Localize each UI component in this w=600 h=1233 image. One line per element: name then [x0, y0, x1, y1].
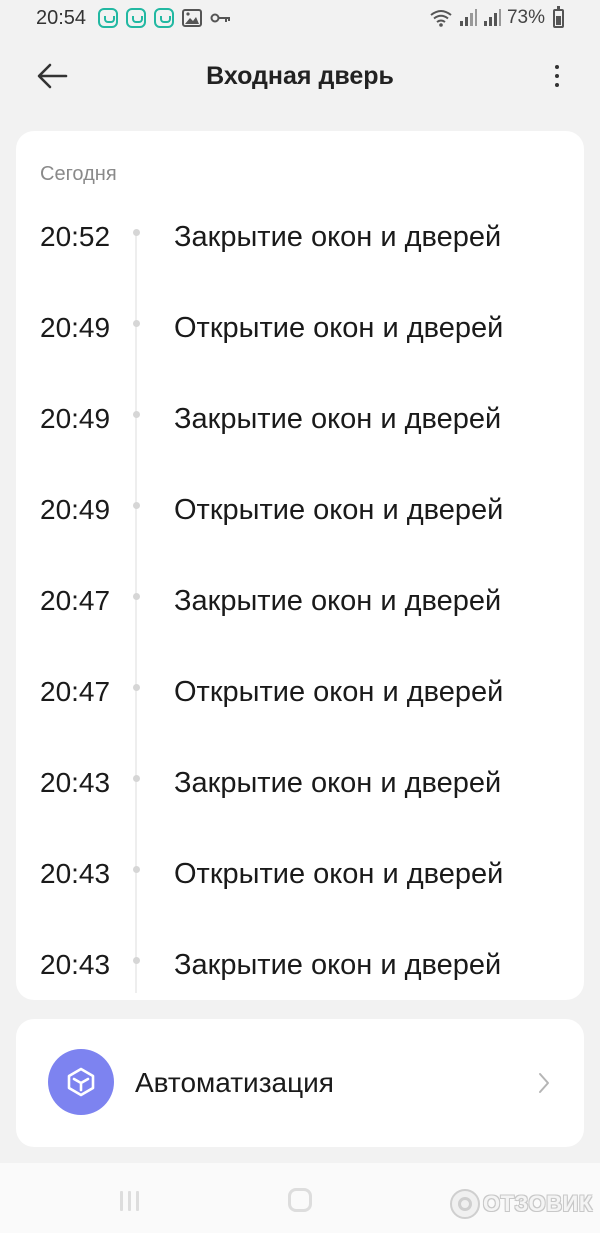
log-entry-time: 20:43 — [40, 858, 111, 889]
log-entry[interactable]: 20:43 Закрытие окон и дверей — [16, 949, 584, 1000]
watermark-text: ОТЗОВИК — [483, 1191, 593, 1216]
recents-button[interactable] — [120, 1191, 146, 1211]
log-entry-event: Открытие окон и дверей — [174, 494, 504, 526]
log-entry[interactable]: 20:43 Открытие окон и дверей — [16, 858, 584, 949]
gallery-icon — [182, 9, 203, 27]
log-entry-event: Закрытие окон и дверей — [174, 403, 502, 435]
timeline-dot-icon — [133, 593, 140, 600]
status-time: 20:54 — [36, 6, 87, 29]
log-entry-time: 20:47 — [40, 676, 111, 707]
automation-button[interactable]: Автоматизация — [16, 1019, 584, 1147]
signal-icon — [459, 9, 477, 26]
signal-icon — [483, 9, 501, 26]
home-button[interactable] — [288, 1188, 312, 1212]
recents-bar-icon — [136, 1191, 139, 1211]
battery-icon — [553, 5, 564, 28]
more-options-button[interactable] — [545, 60, 569, 92]
watermark: ОТЗОВИК — [450, 1189, 593, 1219]
more-dot-icon — [555, 74, 559, 78]
battery-percent: 73% — [506, 7, 545, 28]
timeline-dot-icon — [133, 320, 140, 327]
log-entry[interactable]: 20:47 Закрытие окон и дверей — [16, 585, 584, 676]
automation-cube-icon — [48, 1049, 114, 1115]
date-section-label: Сегодня — [40, 163, 117, 185]
system-nav-bar: ОТЗОВИК — [0, 1163, 600, 1233]
log-entry-event: Открытие окон и дверей — [174, 858, 504, 890]
log-entry-time: 20:47 — [40, 585, 111, 616]
log-entry-time: 20:43 — [40, 949, 111, 980]
app-header: Входная дверь — [0, 40, 600, 112]
status-right: 73% — [429, 5, 564, 29]
mi-home-icon — [154, 8, 175, 28]
chevron-right-icon — [539, 1073, 549, 1093]
more-dot-icon — [555, 83, 559, 87]
log-entry[interactable]: 20:49 Закрытие окон и дверей — [16, 403, 584, 494]
timeline-dot-icon — [133, 502, 140, 509]
log-entry[interactable]: 20:49 Открытие окон и дверей — [16, 494, 584, 585]
more-dot-icon — [555, 65, 559, 69]
status-left: 20:54 — [36, 7, 232, 30]
log-entry-time: 20:52 — [40, 221, 111, 252]
log-entry-event: Закрытие окон и дверей — [174, 221, 502, 253]
log-entry-time: 20:49 — [40, 312, 111, 343]
timeline-dot-icon — [133, 684, 140, 691]
back-arrow-icon — [37, 63, 68, 89]
timeline-dot-icon — [133, 957, 140, 964]
log-entry[interactable]: 20:43 Закрытие окон и дверей — [16, 767, 584, 858]
event-log-card: Сегодня 20:52 Закрытие окон и дверей 20:49… — [16, 131, 584, 1000]
timeline-dot-icon — [133, 229, 140, 236]
timeline-dot-icon — [133, 866, 140, 873]
automation-label: Автоматизация — [135, 1067, 334, 1098]
recents-bar-icon — [128, 1191, 131, 1211]
watermark-logo-icon — [450, 1189, 480, 1219]
mi-home-icon — [126, 8, 147, 28]
log-entry[interactable]: 20:52 Закрытие окон и дверей — [16, 221, 584, 312]
log-entry-event: Закрытие окон и дверей — [174, 767, 502, 799]
log-entry-event: Закрытие окон и дверей — [174, 949, 502, 981]
mi-home-icon — [98, 8, 119, 28]
log-entry-event: Закрытие окон и дверей — [174, 585, 502, 617]
timeline-dot-icon — [133, 775, 140, 782]
log-entry[interactable]: 20:49 Открытие окон и дверей — [16, 312, 584, 403]
back-button[interactable] — [36, 60, 72, 92]
recents-bar-icon — [120, 1191, 123, 1211]
timeline-dot-icon — [133, 411, 140, 418]
status-bar: 20:54 73% — [0, 0, 600, 36]
log-entry-time: 20:43 — [40, 767, 111, 798]
log-entry-event: Открытие окон и дверей — [174, 312, 504, 344]
vpn-key-icon — [210, 13, 231, 23]
log-entry-time: 20:49 — [40, 403, 111, 434]
log-entry-time: 20:49 — [40, 494, 111, 525]
log-entry-event: Открытие окон и дверей — [174, 676, 504, 708]
log-entry[interactable]: 20:47 Открытие окон и дверей — [16, 676, 584, 767]
wifi-icon — [430, 10, 452, 27]
page-title: Входная дверь — [206, 61, 394, 90]
